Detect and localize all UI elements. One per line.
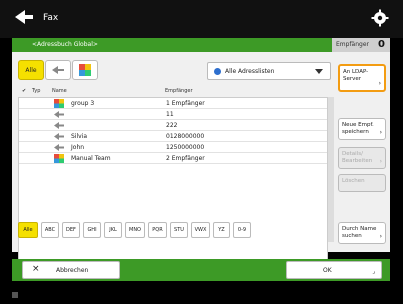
row-recipient: 1 Empfänger (166, 100, 205, 107)
alpha-tab-all[interactable]: Alle (18, 222, 38, 238)
alpha-tab-abc[interactable]: ABC (41, 222, 59, 238)
address-list-dropdown[interactable]: Alle Adresslisten (207, 62, 331, 80)
search-by-name-label: Durch Name suchen (342, 226, 377, 239)
address-list-icon (214, 68, 221, 75)
table-scrollbar[interactable] (328, 97, 334, 242)
recipients-count: 0 (378, 39, 385, 50)
col-recipient: Empfänger (165, 88, 193, 94)
top-bar: Fax (0, 0, 403, 38)
close-icon: × (32, 264, 40, 274)
chevron-right-icon: › (379, 129, 382, 136)
enter-corner-icon: ⌟ (372, 268, 375, 275)
alpha-tab-digits[interactable]: 0-9 (233, 222, 251, 238)
check-column-icon: ✔ (22, 88, 27, 94)
group-icon (79, 64, 91, 76)
main-panel: Alle Alle Adresslisten ✔ Typ Name Empfän… (12, 52, 390, 265)
row-recipient: 2 Empfänger (166, 155, 205, 162)
table-row[interactable]: Silvia 0128000000 (19, 131, 327, 142)
table-row[interactable]: group 3 1 Empfänger (19, 98, 327, 109)
alpha-tab-def[interactable]: DEF (62, 222, 80, 238)
ldap-server-label: An LDAP-Server (343, 69, 369, 82)
alpha-tab-mno[interactable]: MNO (125, 222, 145, 238)
chevron-right-icon: › (378, 80, 381, 87)
fax-icon (54, 122, 64, 129)
cancel-label: Abbrechen (56, 267, 89, 274)
row-recipient: 0128000000 (166, 133, 205, 140)
alpha-tab-vwx[interactable]: VWX (191, 222, 210, 238)
group-icon (54, 154, 64, 163)
table-header: ✔ Typ Name Empfänger (18, 86, 328, 96)
settings-gear-icon[interactable] (371, 9, 389, 27)
table-row[interactable]: 11 (19, 109, 327, 120)
table-row[interactable]: 222 (19, 120, 327, 131)
row-recipient: 11 (166, 111, 174, 118)
app-title: Fax (43, 13, 59, 23)
row-recipient: 1250000000 (166, 144, 205, 151)
table-row[interactable]: John 1250000000 (19, 142, 327, 153)
status-indicator-icon (12, 292, 18, 298)
save-new-recipient-label: Neue Empf. speichern (342, 122, 374, 135)
alpha-tab-stu[interactable]: STU (170, 222, 188, 238)
address-book-header: <Adressbuch Global> (12, 38, 332, 52)
address-book-title: <Adressbuch Global> (32, 41, 98, 48)
fax-icon (54, 144, 64, 151)
ok-label: OK (323, 267, 332, 274)
ok-button[interactable]: OK ⌟ (286, 261, 382, 279)
delete-button[interactable]: Löschen (338, 174, 386, 192)
fax-icon (52, 66, 64, 74)
ldap-server-button[interactable]: An LDAP-Server › (338, 64, 386, 92)
fax-app-icon (15, 10, 33, 24)
table-row[interactable]: Manual Team 2 Empfänger (19, 153, 327, 164)
row-name: John (71, 144, 85, 151)
fax-icon (54, 111, 64, 118)
filter-all-button[interactable]: Alle (18, 60, 44, 80)
filter-group-button[interactable] (72, 60, 98, 80)
chevron-right-icon: › (379, 158, 382, 165)
alpha-tab-yz[interactable]: YZ (213, 222, 230, 238)
row-recipient: 222 (166, 122, 178, 129)
save-new-recipient-button[interactable]: Neue Empf. speichern › (338, 118, 386, 140)
table-body: group 3 1 Empfänger 11 222 Silvia 012800… (18, 97, 328, 265)
row-name: Manual Team (71, 155, 111, 162)
chevron-right-icon: › (379, 233, 382, 240)
recipients-counter[interactable]: Empfänger 0 (332, 38, 390, 52)
dropdown-arrow-icon (315, 69, 323, 74)
recipients-label: Empfänger (336, 41, 370, 48)
fax-icon (54, 133, 64, 140)
alpha-tab-jkl[interactable]: JKL (104, 222, 122, 238)
details-edit-label: Details/ Bearbeiten (342, 151, 373, 164)
alpha-tab-pqr[interactable]: PQR (148, 222, 167, 238)
filter-fax-button[interactable] (45, 60, 71, 80)
address-list-value: Alle Adresslisten (225, 68, 275, 75)
col-name[interactable]: Name (52, 88, 67, 94)
delete-label: Löschen (342, 178, 365, 184)
cancel-button[interactable]: × Abbrechen (22, 261, 120, 279)
group-icon (54, 99, 64, 108)
alpha-tab-ghi[interactable]: GHI (83, 222, 101, 238)
bottom-action-bar: × Abbrechen OK ⌟ (12, 259, 390, 281)
row-name: group 3 (71, 100, 95, 107)
search-by-name-button[interactable]: Durch Name suchen › (338, 222, 386, 244)
details-edit-button[interactable]: Details/ Bearbeiten › (338, 147, 386, 169)
row-name: Silvia (71, 133, 88, 140)
col-type[interactable]: Typ (32, 88, 40, 94)
filter-all-label: Alle (25, 66, 37, 74)
